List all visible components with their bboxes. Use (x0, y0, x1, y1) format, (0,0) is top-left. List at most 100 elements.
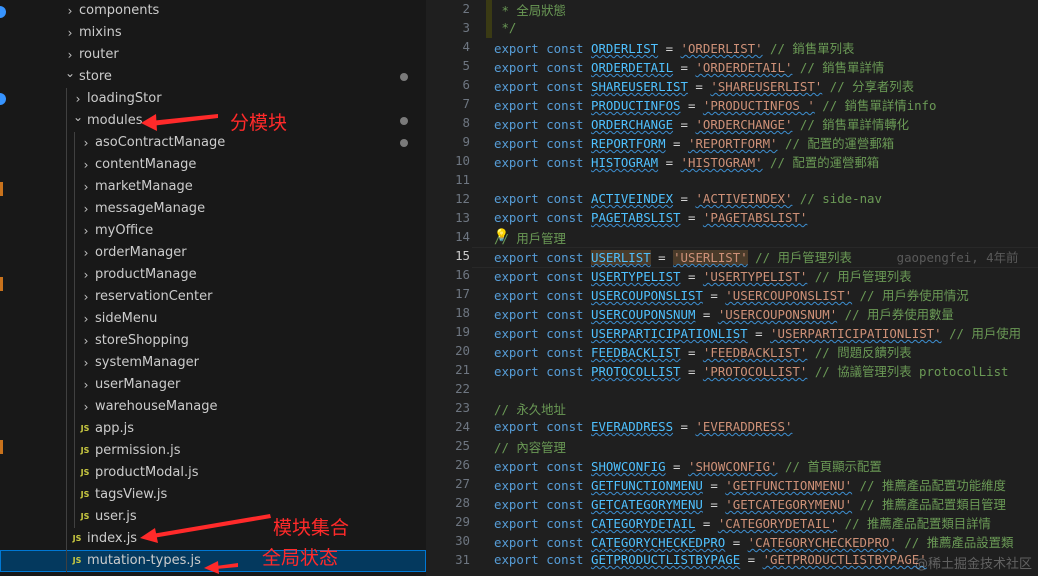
code-line[interactable]: export const REPORTFORM = 'REPORTFORM' /… (494, 134, 894, 152)
file-item[interactable]: JS tagsView.js (0, 484, 426, 506)
folder-item[interactable]: › warehouseManage (0, 396, 426, 418)
chevron-right-icon[interactable]: › (78, 198, 94, 220)
keyword-export: export (494, 345, 547, 360)
tree-item-label: messageManage (95, 201, 206, 216)
chevron-right-icon[interactable]: › (78, 308, 94, 330)
folder-item[interactable]: › productManage (0, 264, 426, 286)
doc-comment: * 全局狀態 (494, 3, 566, 18)
code-line[interactable]: export const CATEGORYCHECKEDPRO = 'CATEG… (494, 533, 1013, 551)
code-line[interactable]: export const ORDERDETAIL = 'ORDERDETAIL'… (494, 58, 884, 76)
line-number: 18 (455, 305, 470, 320)
line-number: 24 (455, 419, 470, 434)
code-line[interactable]: export const GETFUNCTIONMENU = 'GETFUNCT… (494, 476, 1006, 494)
chevron-down-icon[interactable]: ⌄ (62, 62, 78, 84)
chevron-right-icon[interactable]: › (78, 374, 94, 396)
chevron-right-icon[interactable]: › (78, 242, 94, 264)
code-line[interactable]: export const USERLIST = 'USERLIST' // 用戶… (494, 248, 1018, 266)
folder-item[interactable]: › mixins (0, 22, 426, 44)
chevron-right-icon[interactable]: › (78, 396, 94, 418)
tree-item-label: userManager (95, 377, 181, 392)
folder-item[interactable]: › marketManage (0, 176, 426, 198)
code-line[interactable]: export const USERPARTICIPATIONLIST = 'US… (494, 324, 1021, 342)
code-line[interactable]: export const HISTOGRAM = 'HISTOGRAM' // … (494, 153, 879, 171)
chevron-right-icon[interactable]: › (78, 330, 94, 352)
keyword-export: export (494, 60, 547, 75)
folder-item[interactable]: › asoContractManage (0, 132, 426, 154)
folder-item[interactable]: › storeShopping (0, 330, 426, 352)
code-line[interactable]: // 內容管理 (494, 438, 566, 456)
folder-item[interactable]: › loadingStor (0, 88, 426, 110)
string-value: 'USERTYPELIST' (702, 269, 808, 284)
chevron-right-icon[interactable]: › (78, 220, 94, 242)
code-line[interactable]: export const ACTIVEINDEX = 'ACTIVEINDEX'… (494, 191, 882, 206)
code-line[interactable]: export const SHAREUSERLIST = 'SHAREUSERL… (494, 77, 914, 95)
tree-item-label: reservationCenter (95, 289, 213, 304)
file-item[interactable]: JS mutation-types.js (0, 550, 426, 572)
code-line[interactable]: export const CATEGORYDETAIL = 'CATEGORYD… (494, 514, 991, 532)
code-line[interactable]: export const EVERADDRESS = 'EVERADDRESS' (494, 419, 792, 434)
js-file-icon: JS (80, 468, 90, 477)
folder-item[interactable]: ⌄ modules (0, 110, 426, 132)
code-line[interactable]: export const ORDERCHANGE = 'ORDERCHANGE'… (494, 115, 909, 133)
code-line[interactable]: */ (494, 20, 516, 35)
line-number: 13 (455, 210, 470, 225)
tree-item-label: systemManager (95, 355, 199, 370)
code-line[interactable]: * 全局狀態 (494, 1, 566, 19)
folder-item[interactable]: › contentManage (0, 154, 426, 176)
code-line[interactable]: export const USERCOUPONSNUM = 'USERCOUPO… (494, 305, 954, 323)
string-value: 'USERLIST' (673, 250, 748, 265)
tree-item-label: tagsView.js (95, 487, 168, 502)
code-line[interactable]: export const PROTOCOLLIST = 'PROTOCOLLIS… (494, 362, 1009, 380)
folder-item[interactable]: › messageManage (0, 198, 426, 220)
inline-comment: // 分享者列表 (829, 79, 915, 94)
code-line[interactable]: export const PRODUCTINFOS = 'PRODUCTINFO… (494, 96, 936, 114)
chevron-right-icon[interactable]: › (62, 22, 78, 44)
code-line[interactable]: export const PAGETABSLIST = 'PAGETABSLIS… (494, 210, 807, 225)
folder-item[interactable]: › sideMenu (0, 308, 426, 330)
chevron-right-icon[interactable]: › (78, 286, 94, 308)
string-value: 'GETFUNCTIONMENU' (725, 478, 853, 493)
chevron-right-icon[interactable]: › (78, 264, 94, 286)
code-line[interactable]: export const USERTYPELIST = 'USERTYPELIS… (494, 267, 912, 285)
keyword-const: const (546, 552, 591, 567)
chevron-right-icon[interactable]: › (62, 0, 78, 22)
folder-item[interactable]: › reservationCenter (0, 286, 426, 308)
folder-item[interactable]: › components (0, 0, 426, 22)
chevron-right-icon[interactable]: › (78, 132, 94, 154)
folder-item[interactable]: › systemManager (0, 352, 426, 374)
code-line[interactable]: export const ORDERLIST = 'ORDERLIST' // … (494, 39, 854, 57)
constant-name: GETPRODUCTLISTBYPAGE (590, 552, 741, 567)
chevron-down-icon[interactable]: ⌄ (70, 106, 86, 128)
file-item[interactable]: JS index.js (0, 528, 426, 550)
folder-item[interactable]: › userManager (0, 374, 426, 396)
code-editor[interactable]: 2 * 全局狀態 3 */ 4 export const ORDERLIST = 'O… (426, 0, 1038, 576)
code-line[interactable]: 💡// 用戶管理 (494, 228, 566, 247)
folder-item[interactable]: › myOffice (0, 220, 426, 242)
code-line[interactable]: export const GETCATEGORYMENU = 'GETCATEG… (494, 495, 1006, 513)
keyword-const: const (546, 478, 591, 493)
code-line[interactable]: export const SHOWCONFIG = 'SHOWCONFIG' /… (494, 457, 882, 475)
chevron-right-icon[interactable]: › (78, 176, 94, 198)
file-item[interactable]: JS productModal.js (0, 462, 426, 484)
code-line[interactable]: // 永久地址 (494, 400, 566, 418)
string-value: 'GETCATEGORYMENU' (725, 497, 853, 512)
tree-item-label: storeShopping (95, 333, 189, 348)
chevron-right-icon[interactable]: › (78, 154, 94, 176)
keyword-export: export (494, 269, 547, 284)
folder-item[interactable]: › orderManager (0, 242, 426, 264)
keyword-const: const (546, 497, 591, 512)
equals-sign: = (658, 155, 681, 170)
code-line[interactable]: export const USERCOUPONSLIST = 'USERCOUP… (494, 286, 969, 304)
file-item[interactable]: JS app.js (0, 418, 426, 440)
file-item[interactable]: JS permission.js (0, 440, 426, 462)
string-value: 'ORDERDETAIL' (695, 60, 793, 75)
folder-item[interactable]: ⌄ store (0, 66, 426, 88)
code-line[interactable]: export const FEEDBACKLIST = 'FEEDBACKLIS… (494, 343, 912, 361)
code-line[interactable]: export const GETPRODUCTLISTBYPAGE = 'GET… (494, 552, 927, 567)
equals-sign: = (658, 41, 681, 56)
file-item[interactable]: JS user.js (0, 506, 426, 528)
chevron-right-icon[interactable]: › (78, 352, 94, 374)
keyword-const: const (546, 136, 591, 151)
scm-marker (0, 277, 3, 291)
